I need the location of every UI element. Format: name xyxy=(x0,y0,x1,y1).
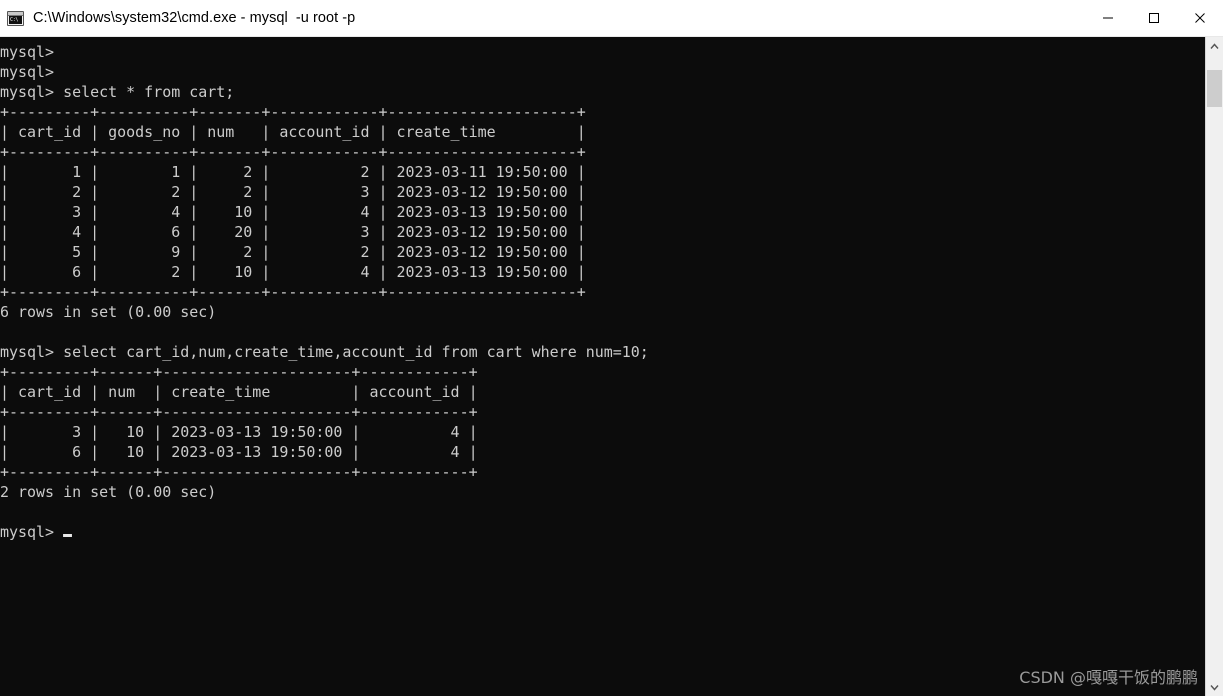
scroll-up-button[interactable] xyxy=(1206,37,1223,55)
terminal-line: +---------+------+---------------------+… xyxy=(0,403,478,421)
minimize-button[interactable] xyxy=(1085,0,1131,36)
terminal-line: mysql> select cart_id,num,create_time,ac… xyxy=(0,343,649,361)
icon-screen-text: C:\ xyxy=(9,15,22,24)
terminal-line: 2 rows in set (0.00 sec) xyxy=(0,483,217,501)
terminal-output: mysql> mysql> mysql> select * from cart;… xyxy=(0,42,649,542)
scroll-down-button[interactable] xyxy=(1206,678,1223,696)
terminal-cursor xyxy=(63,534,72,537)
chevron-down-icon xyxy=(1210,684,1219,691)
terminal-line: +---------+------+---------------------+… xyxy=(0,363,478,381)
maximize-icon xyxy=(1149,13,1159,23)
terminal-line: mysql> xyxy=(0,63,55,81)
vertical-scrollbar[interactable] xyxy=(1205,37,1223,696)
terminal-line: | 5 | 9 | 2 | 2 | 2023-03-12 19:50:00 | xyxy=(0,243,586,261)
terminal-line: | 2 | 2 | 2 | 3 | 2023-03-12 19:50:00 | xyxy=(0,183,586,201)
scrollbar-thumb[interactable] xyxy=(1207,70,1222,107)
terminal-line: | cart_id | goods_no | num | account_id … xyxy=(0,123,586,141)
cmd-window: C:\ C:\Windows\system32\cmd.exe - mysql … xyxy=(0,0,1223,696)
terminal-line: mysql> xyxy=(0,523,64,541)
close-icon xyxy=(1195,13,1205,23)
terminal-line: | cart_id | num | create_time | account_… xyxy=(0,383,478,401)
cmd-console-icon: C:\ xyxy=(7,10,24,26)
terminal-line: +---------+----------+-------+----------… xyxy=(0,283,586,301)
terminal-line: | 3 | 4 | 10 | 4 | 2023-03-13 19:50:00 | xyxy=(0,203,586,221)
maximize-button[interactable] xyxy=(1131,0,1177,36)
terminal-line: | 6 | 10 | 2023-03-13 19:50:00 | 4 | xyxy=(0,443,478,461)
window-title-bar[interactable]: C:\ C:\Windows\system32\cmd.exe - mysql … xyxy=(0,0,1223,37)
terminal-line: mysql> xyxy=(0,43,55,61)
window-controls xyxy=(1085,0,1223,36)
terminal-line: 6 rows in set (0.00 sec) xyxy=(0,303,217,321)
window-title-text: C:\Windows\system32\cmd.exe - mysql -u r… xyxy=(33,10,356,26)
close-button[interactable] xyxy=(1177,0,1223,36)
minimize-icon xyxy=(1103,17,1113,19)
terminal-line: | 6 | 2 | 10 | 4 | 2023-03-13 19:50:00 | xyxy=(0,263,586,281)
terminal-line: | 4 | 6 | 20 | 3 | 2023-03-12 19:50:00 | xyxy=(0,223,586,241)
terminal-line: mysql> select * from cart; xyxy=(0,83,235,101)
terminal-line: +---------+----------+-------+----------… xyxy=(0,103,586,121)
terminal-line: | 1 | 1 | 2 | 2 | 2023-03-11 19:50:00 | xyxy=(0,163,586,181)
terminal-line: | 3 | 10 | 2023-03-13 19:50:00 | 4 | xyxy=(0,423,478,441)
chevron-up-icon xyxy=(1210,42,1219,49)
terminal-screen[interactable]: mysql> mysql> mysql> select * from cart;… xyxy=(0,37,1205,696)
terminal-line: +---------+------+---------------------+… xyxy=(0,463,478,481)
terminal-line: +---------+----------+-------+----------… xyxy=(0,143,586,161)
scrollbar-track[interactable] xyxy=(1206,55,1223,678)
